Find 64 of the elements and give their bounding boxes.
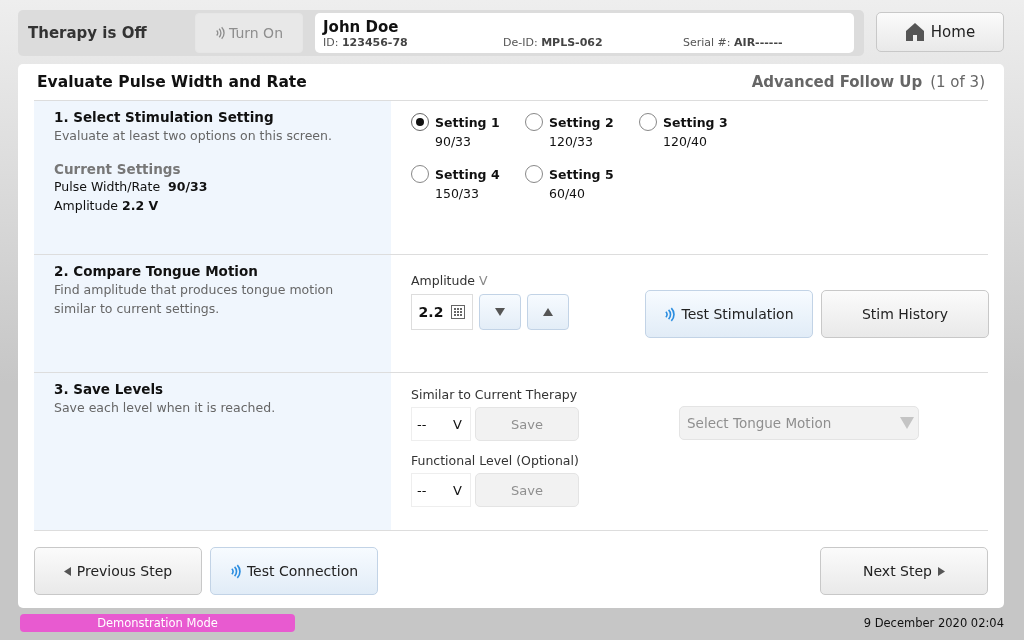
therapy-status: Therapy is Off [28, 24, 148, 42]
setting-value: 90/33 [435, 133, 473, 151]
setting-value: 150/33 [435, 185, 480, 203]
setting-name: Setting 4 [435, 166, 500, 184]
up-triangle-icon [543, 308, 553, 316]
previous-step-button[interactable]: Previous Step [34, 547, 202, 595]
test-connection-button[interactable]: Test Connection [210, 547, 378, 595]
setting-option[interactable]: Setting 3 120/40 [639, 113, 753, 151]
next-step-button[interactable]: Next Step [820, 547, 988, 595]
section-description: Save each level when it is reached. [54, 399, 277, 417]
home-button[interactable]: Home [876, 12, 1004, 52]
section-heading: 2. Compare Tongue Motion [54, 263, 259, 279]
down-triangle-icon [495, 308, 505, 316]
demonstration-mode-badge: Demonstration Mode [20, 614, 295, 632]
keypad-icon [451, 305, 466, 319]
page-title: Evaluate Pulse Width and Rate [36, 73, 308, 91]
setting-option[interactable]: Setting 4 150/33 [411, 165, 525, 203]
current-settings-heading: Current Settings [54, 161, 182, 177]
setting-name: Setting 5 [549, 166, 614, 184]
current-amplitude: Amplitude 2.2 V [54, 197, 160, 215]
setting-name: Setting 2 [549, 114, 614, 132]
setting-name: Setting 3 [663, 114, 728, 132]
amplitude-field[interactable]: 2.2 [411, 294, 473, 330]
patient-name: John Doe [323, 17, 400, 36]
setting-name: Setting 1 [435, 114, 500, 132]
stim-history-button[interactable]: Stim History [821, 290, 989, 338]
setting-value: 60/40 [549, 185, 587, 203]
right-triangle-icon [937, 566, 945, 576]
date-time: 9 December 2020 02:04 [863, 616, 1004, 630]
patient-id: ID: 123456-78 [323, 35, 409, 49]
flow-title: Advanced Follow Up [751, 73, 923, 91]
wireless-icon [229, 562, 241, 580]
patient-serial: Serial #: AIR------ [683, 35, 784, 49]
section-description: Find amplitude that produces tongue motion similar to current settings. [54, 281, 335, 318]
radio-button[interactable] [525, 113, 543, 131]
level-label: Functional Level (Optional) [411, 453, 579, 468]
section-description: Evaluate at least two options on this screen. [54, 127, 333, 145]
level-label: Similar to Current Therapy [411, 387, 579, 402]
section-heading: 1. Select Stimulation Setting [54, 109, 275, 125]
radio-button[interactable] [639, 113, 657, 131]
step-counter: (1 of 3) [930, 73, 985, 91]
voltage-field[interactable]: -- V [411, 407, 471, 441]
voltage-field[interactable]: -- V [411, 473, 471, 507]
section-heading: 3. Save Levels [54, 381, 165, 397]
decrease-button[interactable] [479, 294, 521, 330]
patient-deid: De-ID: MPLS-062 [503, 35, 604, 49]
test-stimulation-button[interactable]: Test Stimulation [645, 290, 813, 338]
dropdown-arrow-icon [900, 417, 914, 429]
radio-button[interactable] [411, 165, 429, 183]
radio-button[interactable] [525, 165, 543, 183]
increase-button[interactable] [527, 294, 569, 330]
unit-label: V [479, 273, 488, 288]
wireless-icon [664, 305, 676, 323]
amplitude-label: Amplitude [411, 273, 476, 288]
home-icon [904, 22, 925, 42]
radio-button[interactable] [411, 113, 429, 131]
setting-option[interactable]: Setting 1 90/33 [411, 113, 525, 151]
pulse-width-rate: Pulse Width/Rate 90/33 [54, 178, 209, 196]
setting-option[interactable]: Setting 2 120/33 [525, 113, 639, 151]
setting-value: 120/40 [663, 133, 708, 151]
setting-option[interactable]: Setting 5 60/40 [525, 165, 639, 203]
setting-value: 120/33 [549, 133, 594, 151]
wireless-icon [215, 26, 225, 40]
left-triangle-icon [63, 566, 71, 576]
